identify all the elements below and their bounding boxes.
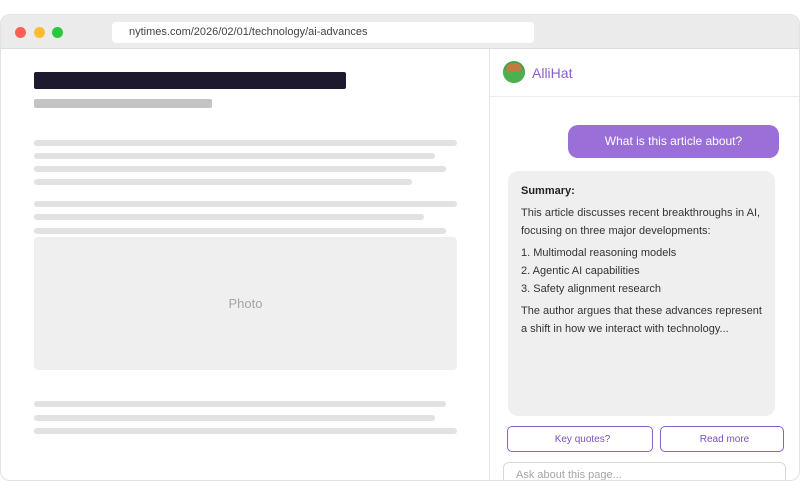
user-message-bubble: What is this article about? (568, 125, 779, 158)
answer-conclusion: The author argues that these advances re… (521, 305, 762, 335)
text-line-placeholder (34, 140, 457, 146)
maximize-window-button[interactable] (52, 27, 63, 38)
answer-intro: This article discusses recent breakthrou… (521, 207, 761, 237)
address-bar[interactable]: nytimes.com/2026/02/01/technology/ai-adv… (112, 22, 534, 43)
browser-titlebar: nytimes.com/2026/02/01/technology/ai-adv… (1, 15, 799, 49)
photo-label: Photo (228, 296, 263, 311)
allihat-logo-icon (503, 61, 525, 83)
assistant-answer-bubble: Summary: This article discusses recent b… (508, 171, 775, 416)
text-line-placeholder (34, 428, 457, 434)
browser-window: nytimes.com/2026/02/01/technology/ai-adv… (0, 14, 800, 481)
answer-heading: Summary: (521, 185, 575, 197)
text-line-placeholder (34, 401, 446, 407)
article-headline-placeholder (34, 72, 346, 89)
answer-list-item: 3. Safety alignment research (521, 283, 662, 295)
text-line-placeholder (34, 166, 446, 172)
minimize-window-button[interactable] (34, 27, 45, 38)
suggestion-key-quotes-button[interactable]: Key quotes? (507, 426, 653, 452)
text-line-placeholder (34, 153, 435, 159)
text-line-placeholder (34, 228, 446, 234)
answer-list-item: 2. Agentic AI capabilities (521, 265, 640, 277)
suggestion-read-more-button[interactable]: Read more (660, 426, 784, 452)
close-window-button[interactable] (15, 27, 26, 38)
assistant-side-panel: AlliHat What is this article about? Summ… (490, 49, 799, 480)
photo-placeholder: Photo (34, 237, 457, 370)
text-line-placeholder (34, 179, 412, 185)
answer-list: 1. Multimodal reasoning models 2. Agenti… (521, 244, 762, 298)
answer-list-item: 1. Multimodal reasoning models (521, 247, 677, 259)
text-line-placeholder (34, 201, 457, 207)
text-line-placeholder (34, 214, 424, 220)
text-line-placeholder (34, 415, 435, 421)
article-byline-placeholder (34, 99, 212, 108)
assistant-name: AlliHat (532, 65, 573, 81)
ask-input[interactable] (503, 462, 786, 480)
article-pane: Photo (1, 49, 489, 480)
assistant-header: AlliHat (490, 49, 799, 97)
